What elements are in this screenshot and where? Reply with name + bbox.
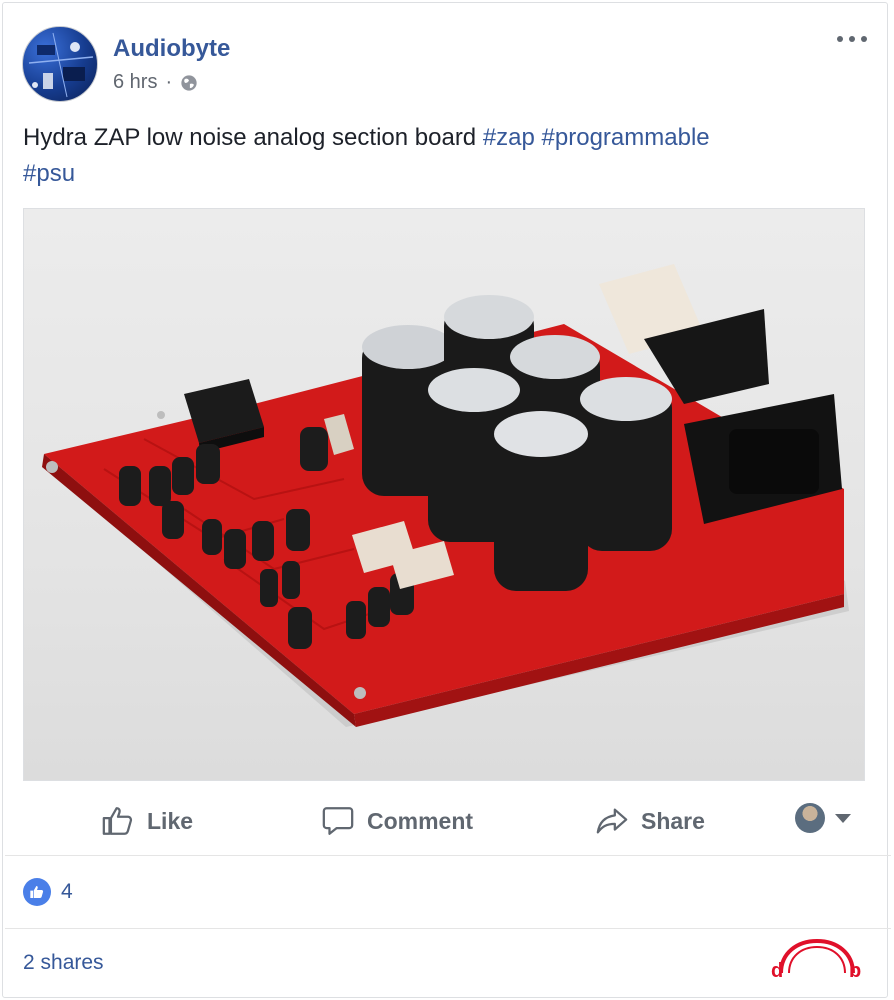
- hashtag-zap[interactable]: #zap: [483, 124, 535, 151]
- post-actions-bar: Like Comment Share: [23, 793, 865, 851]
- like-button[interactable]: Like: [101, 801, 193, 841]
- comment-icon: [322, 807, 354, 835]
- svg-text:b: b: [849, 960, 861, 982]
- globe-icon[interactable]: [180, 74, 198, 92]
- pcb-board-image: [42, 264, 849, 727]
- share-label: Share: [641, 807, 705, 834]
- svg-text:d: d: [771, 960, 783, 982]
- share-icon: [596, 808, 628, 834]
- divider: [5, 855, 891, 856]
- reactions-summary[interactable]: 4: [23, 878, 73, 906]
- divider: [5, 928, 891, 929]
- post-meta: 6 hrs ·: [113, 71, 198, 94]
- share-button[interactable]: Share: [595, 801, 705, 841]
- shares-count-link[interactable]: 2 shares: [23, 951, 104, 975]
- audiobyte-logo-icon: d b: [771, 938, 861, 982]
- comment-label: Comment: [367, 807, 474, 834]
- hashtag-psu[interactable]: #psu: [23, 160, 75, 187]
- hashtag-programmable[interactable]: #programmable: [542, 124, 710, 151]
- post-body-text: Hydra ZAP low noise analog section board: [23, 124, 483, 151]
- reaction-count: 4: [61, 880, 73, 903]
- circuit-avatar-icon: [28, 32, 94, 98]
- user-avatar: [795, 803, 825, 833]
- post-text: Hydra ZAP low noise analog section board…: [23, 120, 863, 192]
- meta-separator: ·: [165, 71, 173, 93]
- post-card: Audiobyte 6 hrs · Hydra ZAP low noise an…: [2, 2, 891, 998]
- page-avatar[interactable]: [22, 26, 98, 102]
- chevron-down-icon: [835, 813, 851, 823]
- comment-button[interactable]: Comment: [321, 801, 473, 841]
- post-photo[interactable]: [23, 208, 865, 781]
- like-reaction-icon: [23, 878, 51, 906]
- page-name-link[interactable]: Audiobyte: [113, 35, 230, 63]
- like-label: Like: [147, 807, 194, 834]
- post-timestamp[interactable]: 6 hrs: [113, 71, 157, 94]
- more-options-icon[interactable]: [837, 29, 867, 49]
- audience-selector[interactable]: [795, 803, 851, 833]
- thumbs-up-icon: [102, 807, 133, 835]
